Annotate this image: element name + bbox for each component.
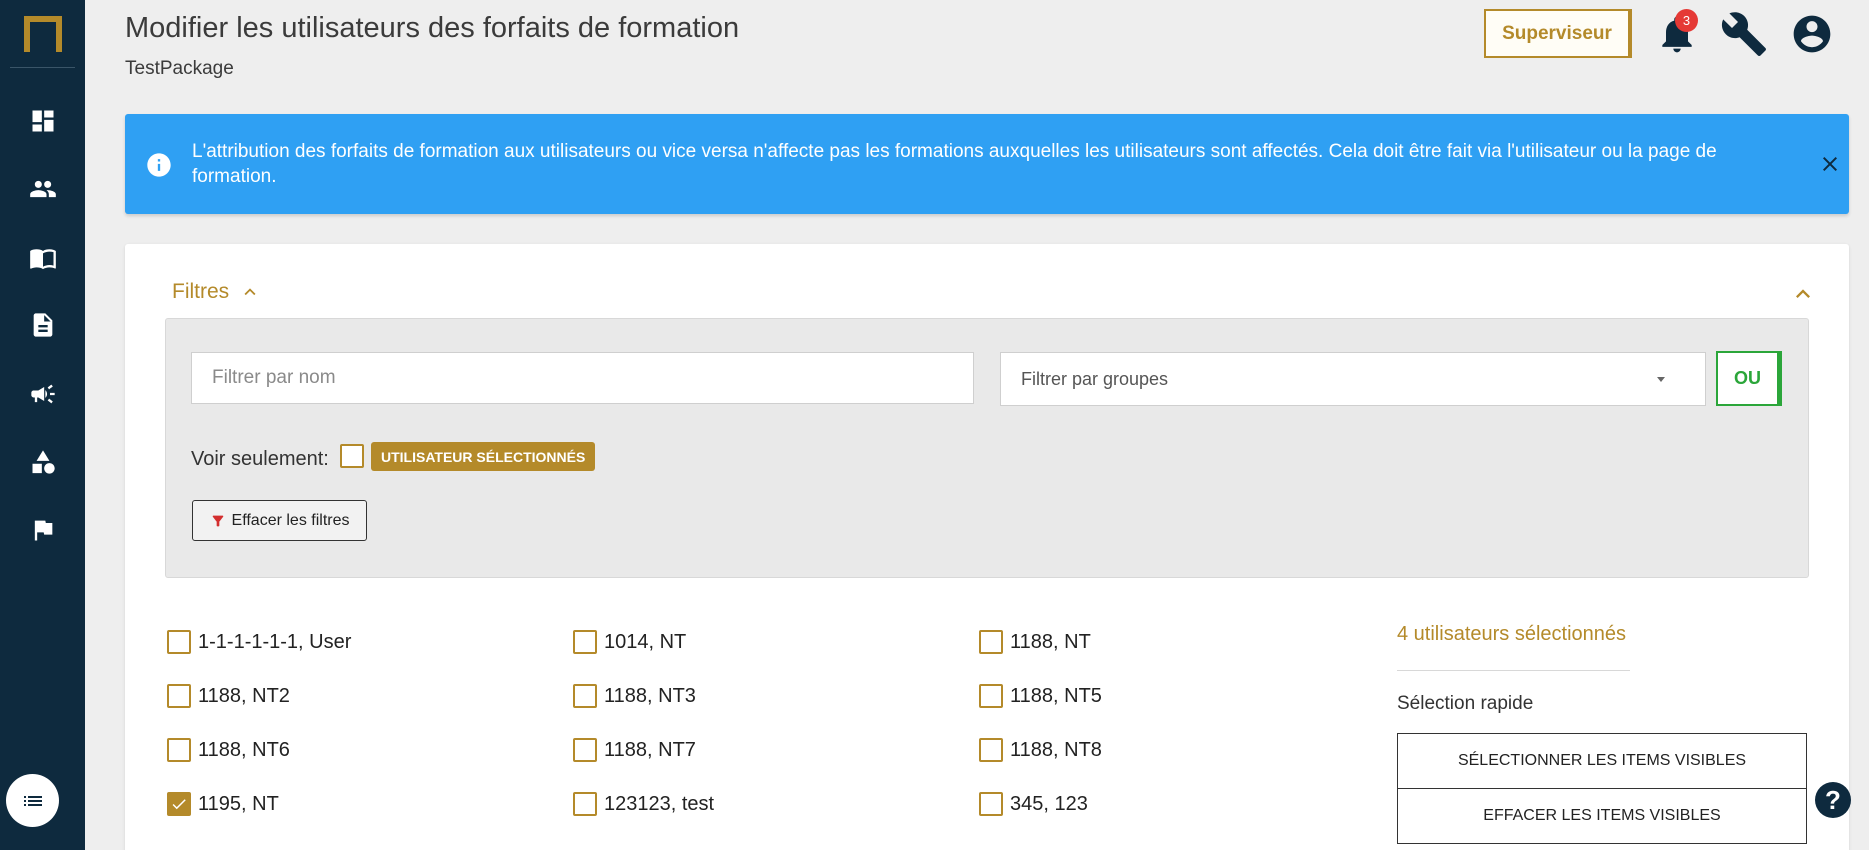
- user-item[interactable]: 1188, NT5: [979, 684, 1102, 708]
- settings-button[interactable]: [1720, 10, 1768, 58]
- show-selected-checkbox[interactable]: [340, 444, 364, 468]
- book-icon: [29, 249, 56, 270]
- list-icon: [23, 795, 42, 806]
- user-label: 1188, NT3: [604, 684, 696, 707]
- page-title: Modifier les utilisateurs des forfaits d…: [125, 12, 740, 44]
- user-checkbox[interactable]: [573, 684, 597, 708]
- sidebar: [0, 0, 85, 850]
- users-card: Filtres Filtrer par groupes OU Voir seul…: [125, 244, 1849, 850]
- check-icon: [172, 799, 186, 810]
- user-item[interactable]: 1014, NT: [573, 630, 686, 654]
- user-checkbox[interactable]: [573, 738, 597, 762]
- chevron-up-icon: [244, 288, 256, 296]
- users-icon: [29, 180, 56, 198]
- chevron-up-icon: [1796, 289, 1810, 298]
- user-item[interactable]: 1188, NT7: [573, 738, 696, 762]
- divider: [1397, 670, 1630, 671]
- notification-badge: 3: [1675, 9, 1698, 32]
- clear-filters-label: Effacer les filtres: [231, 511, 350, 529]
- user-label: 1195, NT: [198, 792, 279, 815]
- dashboard-icon: [32, 110, 53, 132]
- user-item[interactable]: 123123, test: [573, 792, 714, 816]
- sidebar-item-announcements[interactable]: [0, 369, 85, 419]
- user-checkbox[interactable]: [979, 684, 1003, 708]
- user-label: 1188, NT: [1010, 630, 1091, 653]
- user-label: 1188, NT8: [1010, 738, 1102, 761]
- user-checkbox[interactable]: [979, 630, 1003, 654]
- user-label: 1188, NT5: [1010, 684, 1102, 707]
- info-icon: [145, 151, 173, 179]
- sidebar-item-documents[interactable]: [0, 300, 85, 350]
- filter-panel: Filtrer par groupes OU Voir seulement: U…: [165, 318, 1809, 578]
- user-item[interactable]: 1188, NT8: [979, 738, 1102, 762]
- megaphone-icon: [30, 384, 55, 404]
- user-checkbox[interactable]: [573, 630, 597, 654]
- selected-count: 4 utilisateurs sélectionnés: [1397, 623, 1627, 645]
- user-item[interactable]: 345, 123: [979, 792, 1088, 816]
- info-banner-text: L'attribution des forfaits de formation …: [192, 141, 1717, 187]
- logo[interactable]: [10, 0, 75, 68]
- user-item[interactable]: 1188, NT: [979, 630, 1091, 654]
- filter-icon: [212, 515, 223, 526]
- groups-filter-placeholder: Filtrer par groupes: [1021, 368, 1169, 389]
- sidebar-item-trainings[interactable]: [0, 233, 85, 283]
- banner-close-button[interactable]: [1810, 144, 1850, 184]
- filters-toggle[interactable]: Filtres: [172, 280, 261, 304]
- user-checkbox[interactable]: [167, 738, 191, 762]
- shapes-icon: [32, 450, 55, 474]
- account-circle-icon: [1793, 15, 1831, 53]
- select-visible-button[interactable]: SÉLECTIONNER LES ITEMS VISIBLES: [1397, 733, 1807, 789]
- name-filter-input[interactable]: [191, 352, 974, 404]
- user-label: 345, 123: [1010, 792, 1088, 815]
- user-item[interactable]: 1188, NT3: [573, 684, 696, 708]
- clear-filters-button[interactable]: Effacer les filtres: [192, 500, 367, 541]
- groups-filter-select[interactable]: Filtrer par groupes: [1000, 352, 1706, 406]
- selected-users-chip[interactable]: UTILISATEUR SÉLECTIONNÉS: [371, 442, 596, 471]
- user-checkbox[interactable]: [167, 792, 191, 816]
- collapse-button[interactable]: [1789, 280, 1817, 308]
- user-item[interactable]: 1188, NT6: [167, 738, 290, 762]
- sidebar-item-dashboard[interactable]: [0, 96, 85, 146]
- user-checkbox[interactable]: [573, 792, 597, 816]
- user-label: 1188, NT2: [198, 684, 290, 707]
- menu-list-button[interactable]: [6, 774, 59, 827]
- info-banner: L'attribution des forfaits de formation …: [125, 114, 1849, 214]
- sidebar-item-users[interactable]: [0, 164, 85, 214]
- user-label: 123123, test: [604, 792, 715, 815]
- app-logo-icon: [23, 15, 62, 52]
- user-checkbox[interactable]: [979, 792, 1003, 816]
- user-label: 1188, NT7: [604, 738, 696, 761]
- flag-icon: [34, 520, 52, 541]
- operator-toggle-button[interactable]: OU: [1716, 351, 1782, 406]
- clear-visible-button[interactable]: EFFACER LES ITEMS VISIBLES: [1397, 788, 1807, 844]
- dropdown-caret-icon: [1657, 377, 1665, 382]
- user-item[interactable]: 1195, NT: [167, 792, 279, 816]
- user-item[interactable]: 1-1-1-1-1-1, User: [167, 630, 351, 654]
- page-subtitle: TestPackage: [125, 58, 234, 79]
- show-only-label: Voir seulement:: [191, 448, 329, 470]
- supervisor-button[interactable]: Superviseur: [1484, 9, 1632, 58]
- user-checkbox[interactable]: [979, 738, 1003, 762]
- sidebar-item-reports[interactable]: [0, 505, 85, 555]
- user-label: 1-1-1-1-1-1, User: [198, 630, 352, 653]
- filters-toggle-label: Filtres: [172, 280, 230, 303]
- account-button[interactable]: [1790, 12, 1834, 56]
- wrench-icon: [1721, 12, 1766, 56]
- user-label: 1188, NT6: [198, 738, 290, 761]
- help-button[interactable]: ?: [1815, 782, 1851, 818]
- user-checkbox[interactable]: [167, 684, 191, 708]
- user-item[interactable]: 1188, NT2: [167, 684, 290, 708]
- close-icon: [1823, 157, 1837, 171]
- user-label: 1014, NT: [604, 630, 687, 653]
- sidebar-item-categories[interactable]: [0, 437, 85, 487]
- document-icon: [33, 313, 52, 337]
- user-checkbox[interactable]: [167, 630, 191, 654]
- quick-selection-title: Sélection rapide: [1397, 693, 1534, 714]
